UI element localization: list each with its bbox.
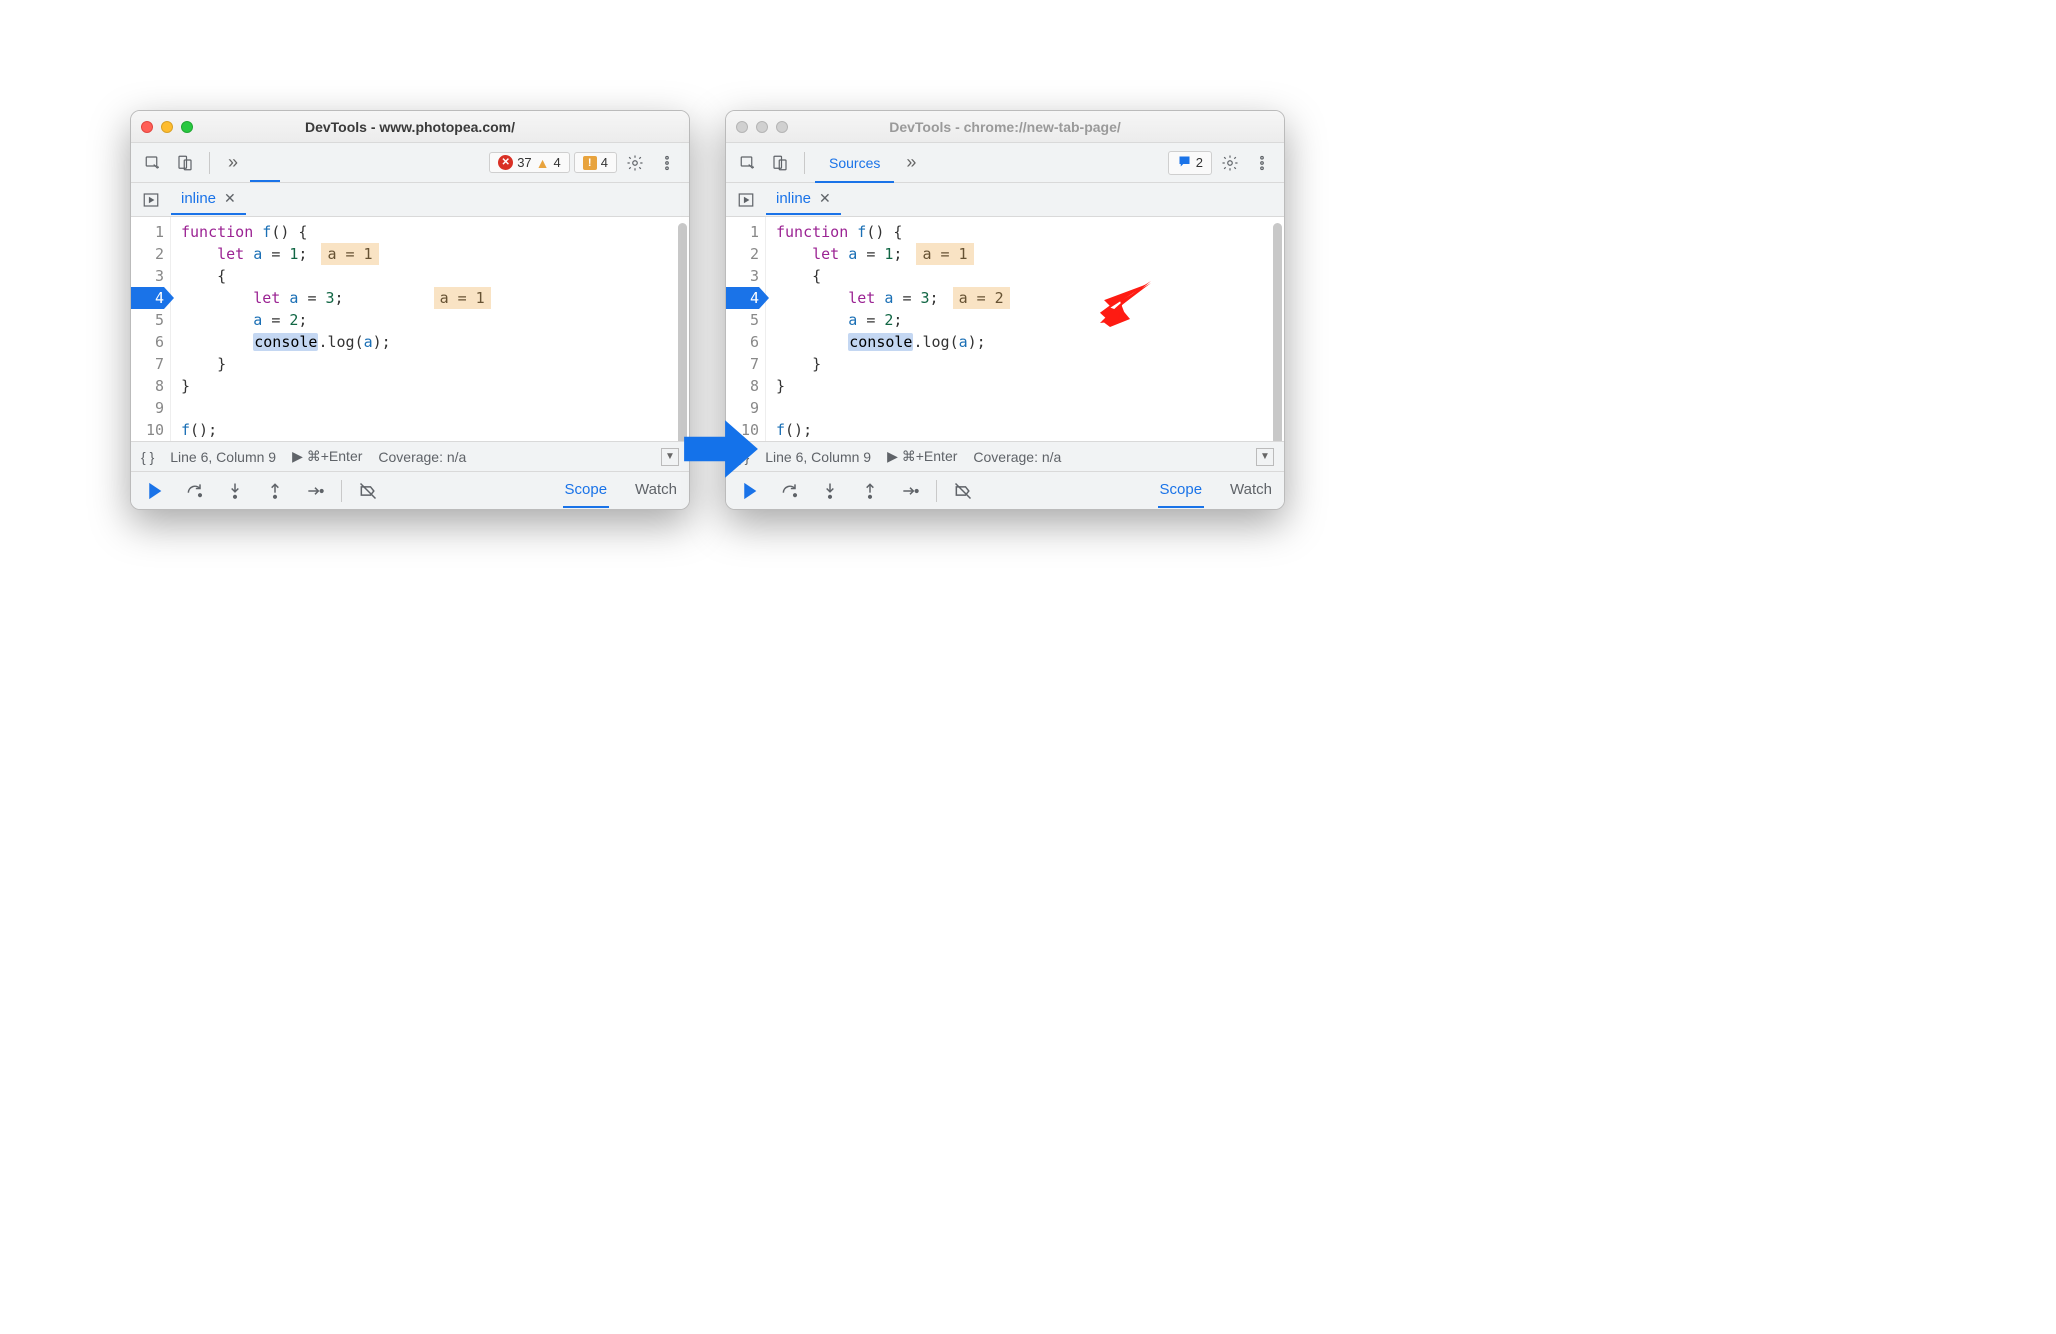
step-over-icon[interactable] [181,477,209,505]
coverage-status[interactable]: Coverage: n/a [378,449,466,465]
window-title: DevTools - chrome://new-tab-page/ [736,119,1274,135]
file-tab-inline[interactable]: inline ✕ [766,184,841,215]
main-toolbar: Sources » 2 [726,143,1284,183]
settings-icon[interactable] [621,149,649,177]
inline-value-hint: a = 1 [321,243,378,265]
more-tabs-icon[interactable]: » [898,152,924,173]
inline-value-hint: a = 1 [434,287,491,309]
issues-chip[interactable]: ! 4 [574,152,617,173]
coverage-status[interactable]: Coverage: n/a [973,449,1061,465]
scrollbar-thumb[interactable] [678,223,687,441]
line-gutter[interactable]: 123 4 567 8910 [726,217,766,441]
debugger-toolbar: Scope Watch [131,471,689,509]
close-tab-icon[interactable]: ✕ [819,190,831,207]
execution-line-marker: 4 [726,287,759,309]
run-snippet-hint[interactable]: ▶ ⌘+Enter [292,448,362,465]
inline-value-hint: a = 2 [953,287,1010,309]
tab-scope[interactable]: Scope [1158,473,1205,508]
tab-watch[interactable]: Watch [1228,473,1274,508]
editor-statusbar: { } Line 6, Column 9 ▶ ⌘+Enter Coverage:… [131,441,689,471]
deactivate-breakpoints-icon[interactable] [949,477,977,505]
device-toggle-icon[interactable] [171,149,199,177]
line-gutter[interactable]: 123 4 567 8910 [131,217,171,441]
code-editor[interactable]: 123 4 567 8910 function f() { let a = 1;… [726,217,1284,441]
execution-line-marker: 4 [131,287,164,309]
minimize-icon[interactable] [756,121,768,133]
editor-statusbar: { } Line 6, Column 9 ▶ ⌘+Enter Coverage:… [726,441,1284,471]
code-editor[interactable]: 123 4 567 8910 function f() { let a = 1;… [131,217,689,441]
step-icon[interactable] [301,477,329,505]
step-out-icon[interactable] [856,477,884,505]
resume-icon[interactable] [141,477,169,505]
issue-icon: ! [583,156,597,170]
minimize-icon[interactable] [161,121,173,133]
main-toolbar: » ✕ 37 ▲ 4 ! 4 [131,143,689,183]
cursor-position: Line 6, Column 9 [170,449,276,465]
error-count-chip[interactable]: ✕ 37 ▲ 4 [489,152,570,173]
deactivate-breakpoints-icon[interactable] [354,477,382,505]
device-toggle-icon[interactable] [766,149,794,177]
step-into-icon[interactable] [816,477,844,505]
kebab-menu-icon[interactable] [653,149,681,177]
zoom-icon[interactable] [776,121,788,133]
step-out-icon[interactable] [261,477,289,505]
annotation-arrow-icon [1096,277,1156,327]
step-over-icon[interactable] [776,477,804,505]
close-icon[interactable] [141,121,153,133]
statusbar-menu-icon[interactable]: ▼ [1256,448,1274,466]
message-icon [1177,154,1192,172]
inspect-icon[interactable] [734,149,762,177]
titlebar[interactable]: DevTools - www.photopea.com/ [131,111,689,143]
inline-value-hint: a = 1 [916,243,973,265]
file-tab-inline[interactable]: inline ✕ [171,184,246,215]
error-icon: ✕ [498,155,513,170]
zoom-icon[interactable] [181,121,193,133]
more-tabs-icon[interactable]: » [220,152,246,173]
devtools-window-left: DevTools - www.photopea.com/ » ✕ 37 ▲ 4 … [130,110,690,510]
step-icon[interactable] [896,477,924,505]
tab-scope[interactable]: Scope [563,473,610,508]
close-icon[interactable] [736,121,748,133]
transition-arrow-icon [680,416,762,482]
tab-sources[interactable]: Sources [815,144,894,183]
scrollbar-thumb[interactable] [1273,223,1282,441]
selected-token: console [848,333,913,351]
settings-icon[interactable] [1216,149,1244,177]
devtools-window-right: DevTools - chrome://new-tab-page/ Source… [725,110,1285,510]
messages-chip[interactable]: 2 [1168,151,1212,175]
close-tab-icon[interactable]: ✕ [224,190,236,207]
statusbar-menu-icon[interactable]: ▼ [661,448,679,466]
tab-watch[interactable]: Watch [633,473,679,508]
selected-token: console [253,333,318,351]
pretty-print-icon[interactable]: { } [141,449,154,465]
navigator-toggle-icon[interactable] [137,186,165,214]
inspect-icon[interactable] [139,149,167,177]
window-title: DevTools - www.photopea.com/ [141,119,679,135]
file-tabs-row: inline ✕ [131,183,689,217]
kebab-menu-icon[interactable] [1248,149,1276,177]
titlebar[interactable]: DevTools - chrome://new-tab-page/ [726,111,1284,143]
debugger-toolbar: Scope Watch [726,471,1284,509]
step-into-icon[interactable] [221,477,249,505]
warning-triangle-icon: ▲ [536,156,550,170]
run-snippet-hint[interactable]: ▶ ⌘+Enter [887,448,957,465]
file-tabs-row: inline ✕ [726,183,1284,217]
cursor-position: Line 6, Column 9 [765,449,871,465]
navigator-toggle-icon[interactable] [732,186,760,214]
